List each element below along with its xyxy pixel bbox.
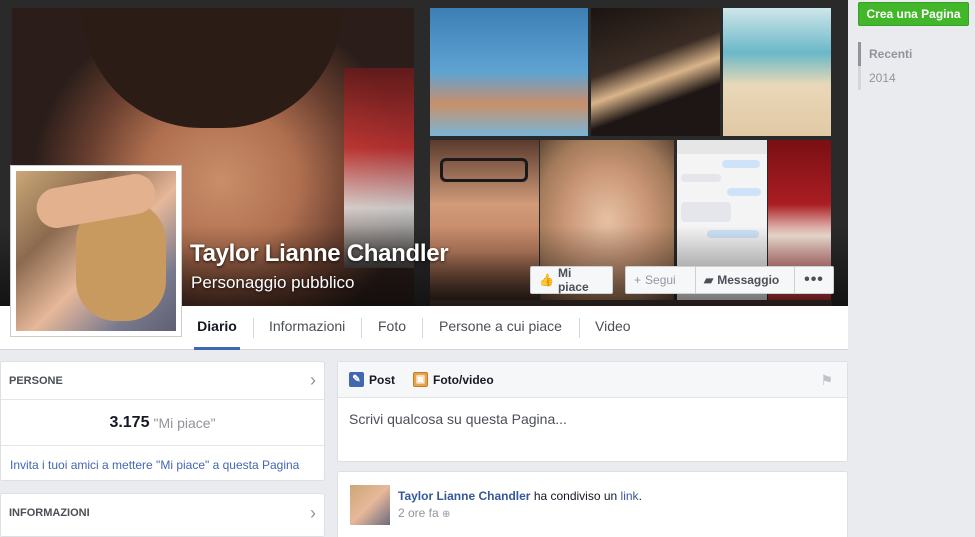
invite-friends-link[interactable]: Invita i tuoi amici a mettere "Mi piace"… — [1, 446, 324, 484]
like-button[interactable]: 👍 Mi piace — [530, 266, 613, 294]
more-options-button[interactable]: ••• — [794, 266, 834, 294]
tab-foto[interactable]: Foto — [378, 306, 406, 350]
composer-tab-photo-video[interactable]: ▣ Foto/video — [413, 372, 494, 387]
likes-count: 3.175 "Mi piace" — [1, 400, 324, 446]
post-time-text: 2 ore fa — [398, 506, 439, 520]
plus-icon: + — [634, 273, 642, 287]
chat-bubble — [727, 188, 761, 196]
post-composer: ✎ Post ▣ Foto/video ⚑ Scrivi qualcosa su… — [337, 361, 848, 462]
tab-informazioni[interactable]: Informazioni — [269, 306, 345, 350]
message-button[interactable]: ▰ Messaggio — [695, 266, 795, 294]
info-card: INFORMAZIONI › — [0, 493, 325, 537]
page-category: Personaggio pubblico — [191, 273, 355, 292]
composer-tab-post[interactable]: ✎ Post — [349, 372, 395, 387]
post-author-name[interactable]: Taylor Lianne Chandler — [398, 489, 530, 503]
cover-photo-detail — [82, 8, 342, 128]
feed-post: Taylor Lianne Chandler ha condiviso un l… — [337, 471, 848, 537]
post-timestamp[interactable]: 2 ore fa ⊕ — [398, 506, 450, 520]
tab-divider — [579, 318, 580, 338]
chevron-right-icon[interactable]: › — [310, 503, 316, 524]
tab-divider — [361, 318, 362, 338]
like-button-label: Mi piace — [557, 266, 589, 294]
cover-photo-tile[interactable] — [591, 8, 720, 136]
create-page-button[interactable]: Crea una Pagina — [858, 2, 969, 26]
photo-icon: ▣ — [413, 372, 429, 387]
more-icon: ••• — [804, 271, 824, 288]
people-card-title: PERSONE — [9, 374, 63, 387]
chat-bubble — [722, 160, 760, 168]
flag-icon[interactable]: ⚑ — [820, 372, 833, 389]
composer-tab-photo-label: Foto/video — [433, 372, 494, 387]
tab-diario[interactable]: Diario — [194, 306, 240, 350]
post-link[interactable]: link — [621, 489, 639, 503]
tab-video[interactable]: Video — [595, 306, 631, 350]
likes-number: 3.175 — [109, 413, 150, 431]
likes-label: "Mi piace" — [153, 414, 216, 431]
info-card-title: INFORMAZIONI — [9, 507, 90, 519]
chat-header — [677, 140, 767, 154]
composer-input[interactable]: Scrivi qualcosa su questa Pagina... — [338, 398, 847, 440]
people-card-header[interactable]: PERSONE › — [1, 362, 324, 400]
post-author-avatar[interactable] — [350, 485, 390, 525]
post-header: Taylor Lianne Chandler ha condiviso un l… — [398, 489, 642, 503]
post-period: . — [638, 489, 642, 503]
composer-tab-post-label: Post — [369, 372, 396, 387]
chat-bubble — [681, 174, 721, 182]
chat-bubble — [681, 202, 731, 222]
cover-photo-tile[interactable] — [723, 8, 831, 136]
follow-button[interactable]: + Segui — [625, 266, 696, 294]
thumbs-up-icon: 👍 — [539, 273, 554, 287]
profile-picture[interactable] — [10, 165, 182, 337]
post-action: ha condiviso un — [533, 489, 618, 503]
pencil-icon: ✎ — [349, 372, 364, 387]
cover-photo-detail — [440, 158, 528, 182]
composer-tabs: ✎ Post ▣ Foto/video — [338, 362, 847, 398]
message-icon: ▰ — [704, 273, 714, 287]
follow-button-label: Segui — [645, 273, 676, 287]
chevron-right-icon[interactable]: › — [310, 370, 316, 391]
page-title[interactable]: Taylor Lianne Chandler — [190, 240, 449, 268]
message-button-label: Messaggio — [717, 273, 780, 287]
info-card-header[interactable]: INFORMAZIONI › — [1, 494, 324, 532]
timeline-item-recenti[interactable]: Recenti — [858, 42, 948, 66]
timeline-navigation: Recenti 2014 — [858, 42, 948, 90]
cover-photo-tile[interactable] — [430, 8, 588, 136]
tab-persone-a-cui-piace[interactable]: Persone a cui piace — [439, 306, 562, 350]
tab-divider — [253, 318, 254, 338]
tab-divider — [422, 318, 423, 338]
profile-picture-image — [16, 171, 176, 331]
timeline-item-2014[interactable]: 2014 — [861, 66, 948, 90]
people-card: PERSONE › 3.175 "Mi piace" Invita i tuoi… — [0, 361, 325, 481]
globe-icon: ⊕ — [442, 509, 451, 520]
